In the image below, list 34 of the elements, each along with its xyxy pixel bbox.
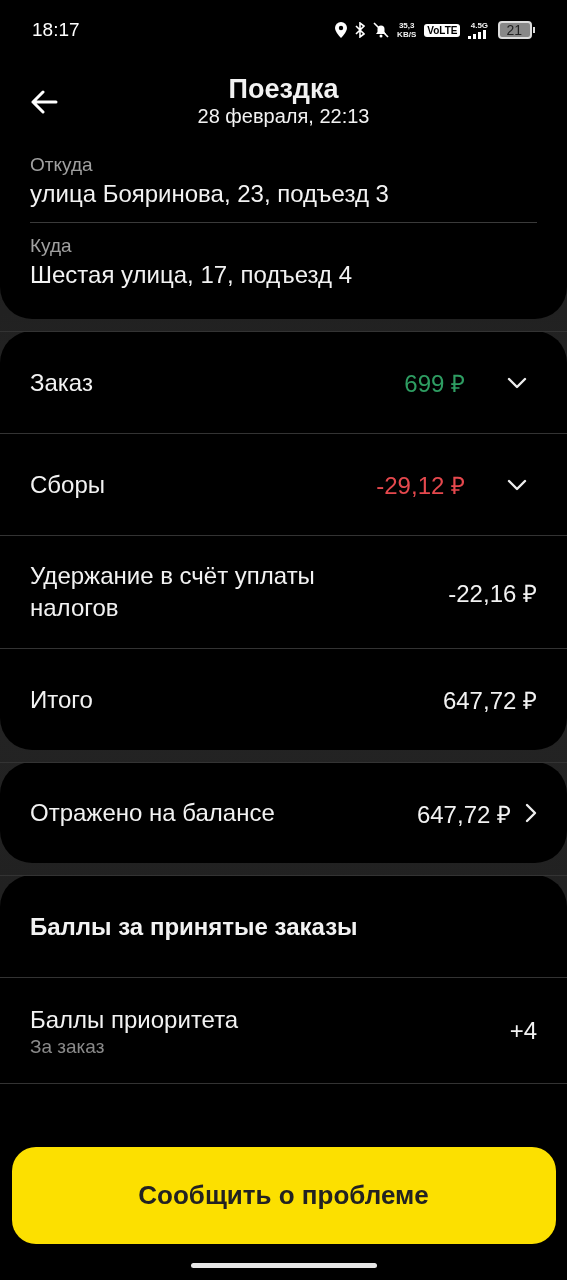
address: Шестая улица, 17, подъезд 4 [30,261,354,289]
chevron-down-icon[interactable] [507,376,527,389]
points-note: За заказ [30,1035,106,1058]
clock: 18:17 [32,19,81,41]
amount: -29,12 ₽ [376,471,465,501]
speed-unit: KB/S [397,30,417,39]
points-label: Баллы приоритета [30,1004,239,1035]
chevron-down-icon[interactable] [507,478,527,491]
amount: -22,16 ₽ [448,578,537,609]
battery-level: 21 [498,21,532,39]
back-arrow-icon [30,90,58,114]
amount: 647,72 ₽ [442,686,537,716]
amount: 647,72 ₽ [416,799,511,830]
volte-badge: VoLTE [424,23,461,37]
balance-label: Отражено на балансе [30,798,276,828]
line-item-label: Сборы [30,469,107,500]
points-value: +4 [509,1016,537,1045]
amount: 699 ₽ [404,369,465,399]
location-pin-icon [335,22,348,38]
section-title: Баллы за принятые заказы [30,912,358,941]
field-label: Куда [30,235,73,257]
line-item-label: Итого [30,684,94,715]
line-item-label: Удержание в счёт уплаты налогов [30,561,316,623]
trip-date: 28 февраля, 22:13 [197,105,370,128]
network-speed: 35,3 [398,21,415,30]
bluetooth-icon [355,22,366,38]
report-problem-button[interactable]: Сообщить о проблеме [11,1147,556,1244]
screen-title: Поездка [228,74,339,105]
address: улица Бояринова, 23, подъезд 3 [30,180,390,208]
chevron-right-icon[interactable] [525,803,537,823]
line-item-label: Заказ [30,367,94,398]
field-label: Откуда [30,154,94,176]
network-type: 4.5G [470,21,489,30]
bell-muted-icon [373,22,390,38]
